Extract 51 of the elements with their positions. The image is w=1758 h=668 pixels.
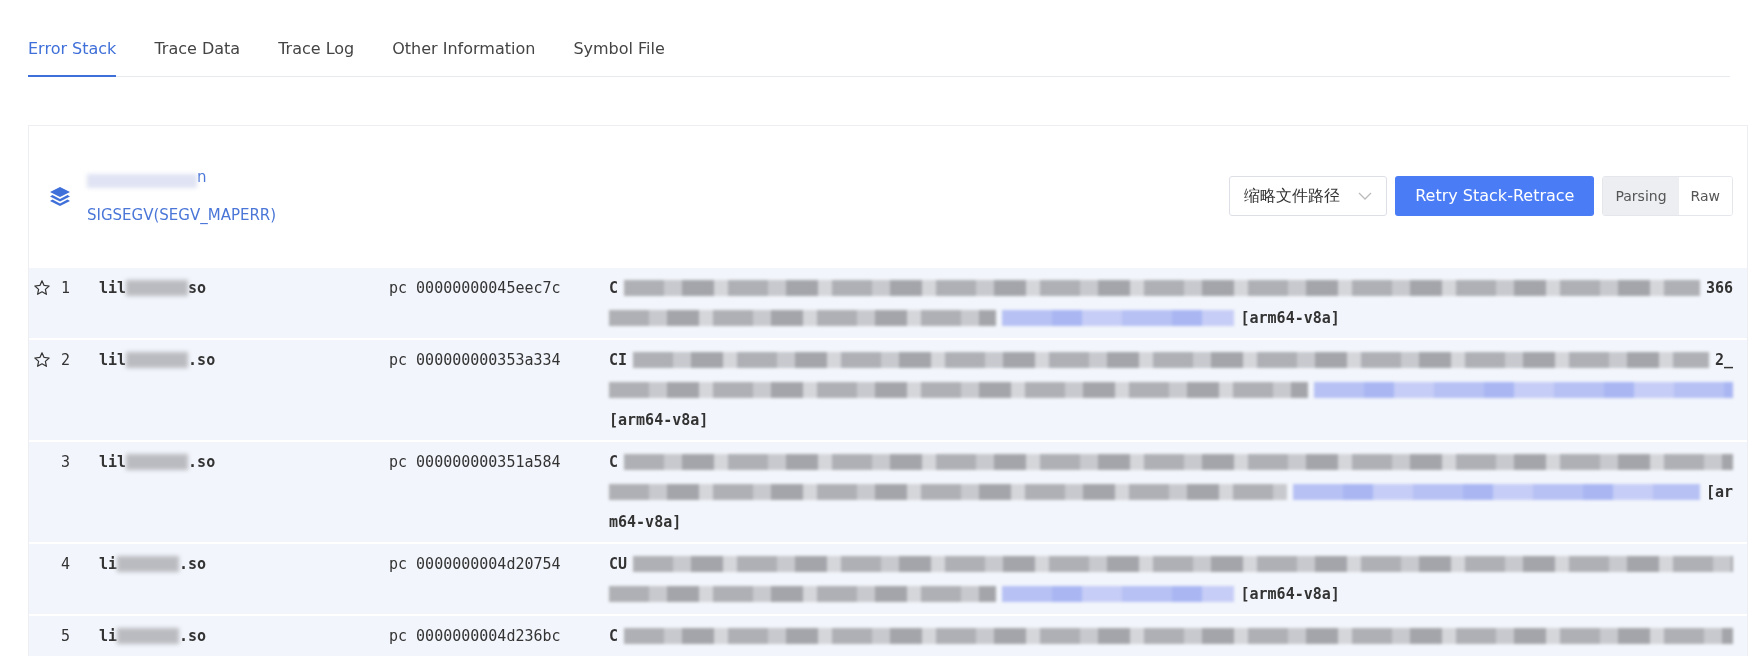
blurred-text bbox=[117, 628, 180, 644]
library-name: li bbox=[99, 625, 118, 647]
frame-detail-text: [arm64-v8a] bbox=[609, 409, 709, 431]
frame-detail-text: [arm64-v8a] bbox=[1240, 307, 1340, 329]
library-name: .so bbox=[188, 451, 216, 473]
library-name: so bbox=[188, 277, 207, 299]
star-icon[interactable] bbox=[33, 351, 51, 369]
tab[interactable]: Trace Log bbox=[278, 27, 355, 77]
blurred-text bbox=[126, 352, 189, 368]
blurred-text bbox=[126, 280, 189, 296]
frame-detail-text: m64-v8a] bbox=[609, 511, 682, 533]
pc-address: pc 0000000004d236bc bbox=[389, 625, 561, 647]
frame-detail-text: C bbox=[609, 625, 619, 647]
library-name: lil bbox=[99, 451, 127, 473]
view-mode-option[interactable]: Parsing bbox=[1603, 177, 1679, 215]
frame-detail-text: C bbox=[609, 451, 619, 473]
frame-index: 5 bbox=[61, 625, 71, 647]
frame-index: 4 bbox=[61, 553, 71, 575]
blurred-text bbox=[126, 454, 189, 470]
frame-detail-text: 2_ bbox=[1714, 349, 1733, 371]
library-name: .so bbox=[188, 349, 216, 371]
library-name: li bbox=[99, 553, 118, 575]
blurred-text bbox=[117, 556, 180, 572]
frame-index: 1 bbox=[61, 277, 71, 299]
frame-detail-text: 366 bbox=[1705, 277, 1733, 299]
frame-detail-text: [ar bbox=[1705, 481, 1733, 503]
frame-index: 2 bbox=[61, 349, 71, 371]
tab[interactable]: Error Stack bbox=[28, 27, 117, 77]
library-name: .so bbox=[179, 625, 207, 647]
layers-icon bbox=[49, 185, 71, 207]
pc-address: pc 0000000004d20754 bbox=[389, 553, 561, 575]
library-name: lil bbox=[99, 349, 127, 371]
signal-text: SIGSEGV(SEGV_MAPERR) bbox=[87, 205, 277, 226]
frame-index: 3 bbox=[61, 451, 71, 473]
crash-title: n bbox=[197, 166, 207, 188]
frame-detail-text: [arm64-v8a] bbox=[1240, 583, 1340, 605]
tab[interactable]: Symbol File bbox=[573, 27, 665, 77]
star-icon[interactable] bbox=[33, 279, 51, 297]
pc-address: pc 00000000045eec7c bbox=[389, 277, 561, 299]
frame-detail-text: CI bbox=[609, 349, 628, 371]
pc-address: pc 000000000353a334 bbox=[389, 349, 561, 371]
frame-detail-text: CU bbox=[609, 553, 628, 575]
frame-detail-text: C bbox=[609, 277, 619, 299]
library-name: .so bbox=[179, 553, 207, 575]
tab[interactable]: Other Information bbox=[392, 27, 536, 77]
library-name: lil bbox=[99, 277, 127, 299]
path-select[interactable]: 缩略文件路径 bbox=[1229, 176, 1388, 216]
retry-button[interactable]: Retry Stack-Retrace bbox=[1395, 176, 1595, 216]
chevron-down-icon bbox=[1358, 192, 1373, 200]
pc-address: pc 000000000351a584 bbox=[389, 451, 561, 473]
tab[interactable]: Trace Data bbox=[154, 27, 241, 77]
